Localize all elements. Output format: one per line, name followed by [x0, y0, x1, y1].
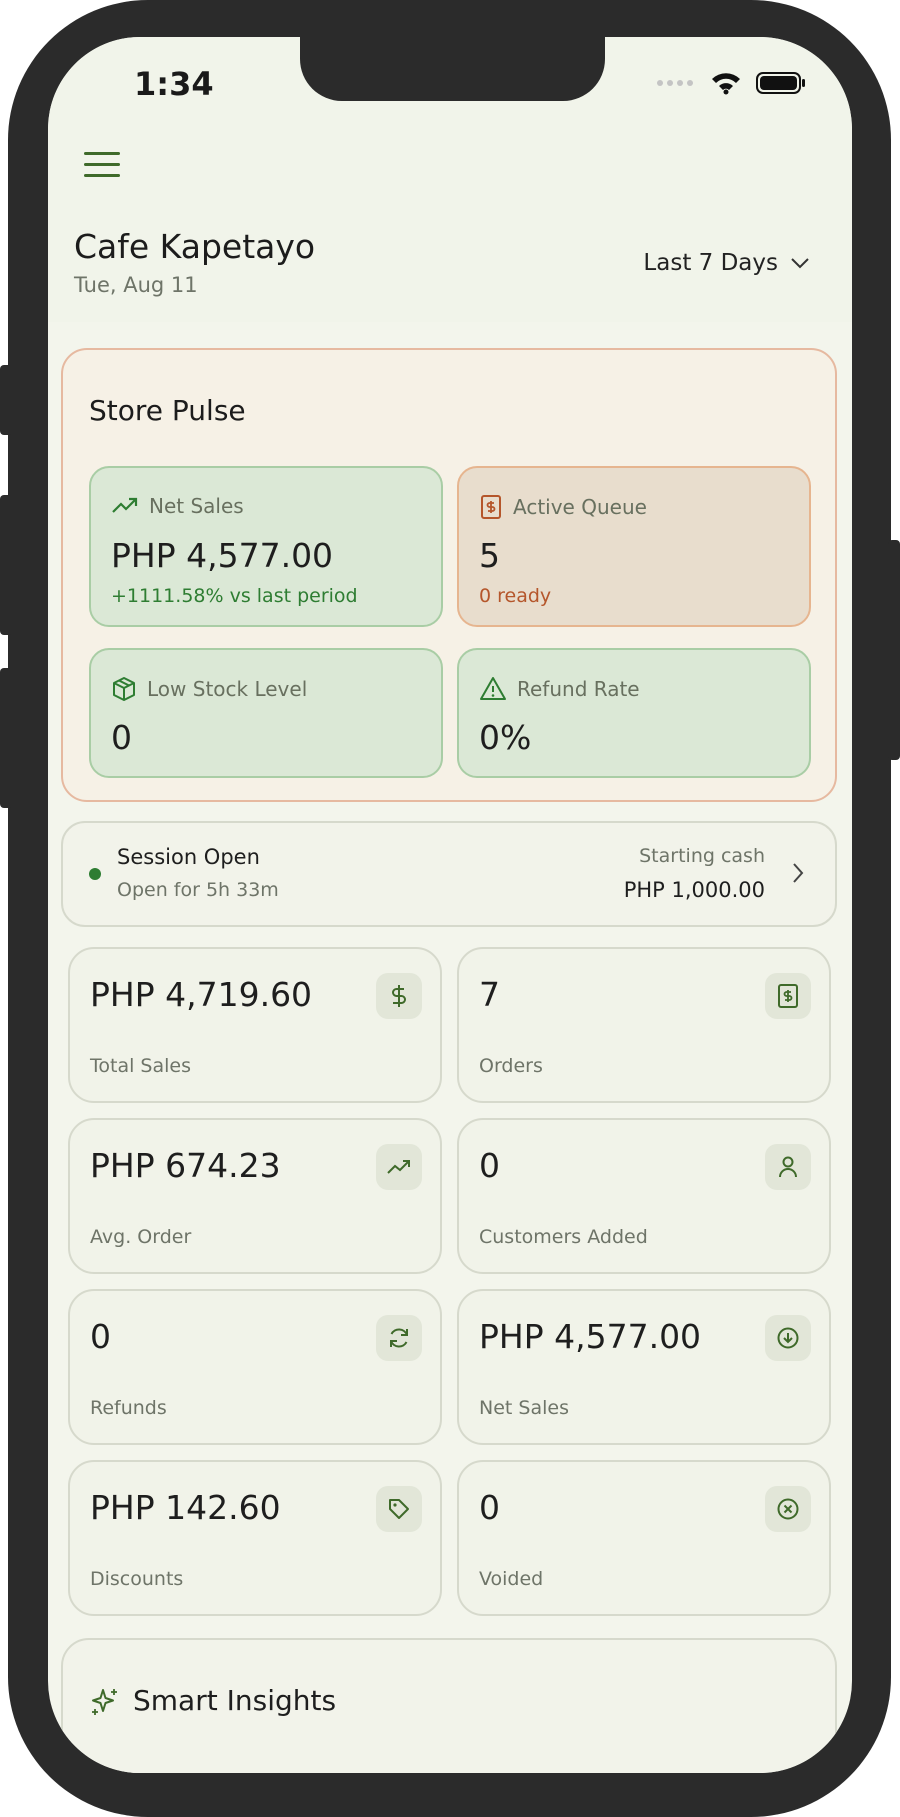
status-bar: 1:34 [48, 37, 852, 117]
menu-icon[interactable] [84, 152, 120, 180]
volume-down-button [0, 668, 12, 808]
chevron-down-icon [791, 258, 809, 269]
metric-label: Discounts [90, 1568, 184, 1590]
metric-label: Orders [479, 1055, 543, 1077]
dollar-icon [376, 973, 422, 1019]
metric-label: Net Sales [479, 1397, 569, 1419]
metric-value: PHP 4,577.00 [479, 1317, 702, 1356]
metric-tile-voided[interactable]: 0 Voided [457, 1460, 831, 1616]
status-icons [656, 71, 806, 95]
metric-label: Refunds [90, 1397, 167, 1419]
smart-insights-title: Smart Insights [133, 1684, 337, 1717]
chevron-right-icon [793, 863, 804, 883]
refund-rate-tile[interactable]: Refund Rate 0% [457, 648, 811, 778]
power-button [888, 540, 900, 760]
metric-tile-orders[interactable]: 7 Orders [457, 947, 831, 1103]
volume-up-button [0, 495, 12, 635]
metric-value: PHP 4,719.60 [90, 975, 313, 1014]
store-pulse-card: Store Pulse Net Sales PHP 4,577.00 +1111… [61, 348, 837, 802]
refund-rate-value: 0% [479, 718, 532, 757]
signal-icon [657, 80, 693, 86]
date-range-dropdown[interactable]: Last 7 Days [643, 250, 810, 276]
net-sales-value: PHP 4,577.00 [111, 536, 334, 575]
net-sales-tile[interactable]: Net Sales PHP 4,577.00 +1111.58% vs last… [89, 466, 443, 627]
starting-cash-value: PHP 1,000.00 [623, 878, 765, 902]
metric-value: 7 [479, 975, 500, 1014]
trending-up-icon [112, 497, 138, 513]
refresh-icon [376, 1315, 422, 1361]
wifi-icon [712, 73, 740, 95]
tag-icon [376, 1486, 422, 1532]
low-stock-label-row: Low Stock Level [111, 676, 307, 702]
metric-tile-total-sales[interactable]: PHP 4,719.60 Total Sales [68, 947, 442, 1103]
receipt-icon [765, 973, 811, 1019]
user-icon [765, 1144, 811, 1190]
metric-value: PHP 674.23 [90, 1146, 281, 1185]
metric-label: Total Sales [90, 1055, 191, 1077]
active-queue-tile[interactable]: Active Queue 5 0 ready [457, 466, 811, 627]
metric-tile-net-sales[interactable]: PHP 4,577.00 Net Sales [457, 1289, 831, 1445]
store-date: Tue, Aug 11 [74, 273, 198, 297]
refund-rate-label: Refund Rate [517, 677, 640, 701]
starting-cash-label: Starting cash [639, 845, 765, 867]
refund-rate-label-row: Refund Rate [479, 676, 640, 702]
store-name: Cafe Kapetayo [74, 227, 316, 266]
low-stock-tile[interactable]: Low Stock Level 0 [89, 648, 443, 778]
net-sales-label: Net Sales [149, 494, 244, 518]
metric-value: 0 [479, 1146, 500, 1185]
sparkles-icon [92, 1689, 117, 1715]
low-stock-value: 0 [111, 718, 132, 757]
active-queue-ready: 0 ready [479, 585, 552, 607]
metric-value: 0 [479, 1488, 500, 1527]
package-icon [113, 677, 135, 701]
status-time: 1:34 [134, 65, 214, 103]
metric-tile-customers-added[interactable]: 0 Customers Added [457, 1118, 831, 1274]
net-sales-change: +1111.58% vs last period [111, 585, 358, 607]
metric-tile-refunds[interactable]: 0 Refunds [68, 1289, 442, 1445]
metric-label: Customers Added [479, 1226, 648, 1248]
alert-triangle-icon [480, 677, 506, 700]
metric-label: Voided [479, 1568, 544, 1590]
active-queue-value: 5 [479, 536, 500, 575]
battery-icon [756, 72, 805, 94]
metric-tile-avg-order[interactable]: PHP 674.23 Avg. Order [68, 1118, 442, 1274]
metric-tile-discounts[interactable]: PHP 142.60 Discounts [68, 1460, 442, 1616]
metric-value: PHP 142.60 [90, 1488, 281, 1527]
session-duration: Open for 5h 33m [117, 879, 279, 901]
arrow-down-circle-icon [765, 1315, 811, 1361]
active-queue-label-row: Active Queue [479, 494, 647, 520]
receipt-icon [481, 495, 501, 519]
metric-value: 0 [90, 1317, 111, 1356]
smart-insights-card[interactable]: Smart Insights [61, 1638, 837, 1773]
date-range-label: Last 7 Days [643, 250, 778, 276]
app-screen: Cafe Kapetayo Tue, Aug 11 Last 7 Days St… [48, 37, 852, 1773]
mute-switch [0, 365, 12, 435]
store-pulse-title: Store Pulse [89, 394, 246, 427]
low-stock-label: Low Stock Level [147, 677, 308, 701]
session-card[interactable]: Session Open Open for 5h 33m Starting ca… [61, 821, 837, 927]
x-circle-icon [765, 1486, 811, 1532]
net-sales-label-row: Net Sales [111, 494, 244, 518]
trending-up-icon [376, 1144, 422, 1190]
session-status-dot [89, 868, 101, 880]
metric-label: Avg. Order [90, 1226, 192, 1248]
active-queue-label: Active Queue [513, 495, 647, 519]
session-title: Session Open [117, 845, 260, 869]
